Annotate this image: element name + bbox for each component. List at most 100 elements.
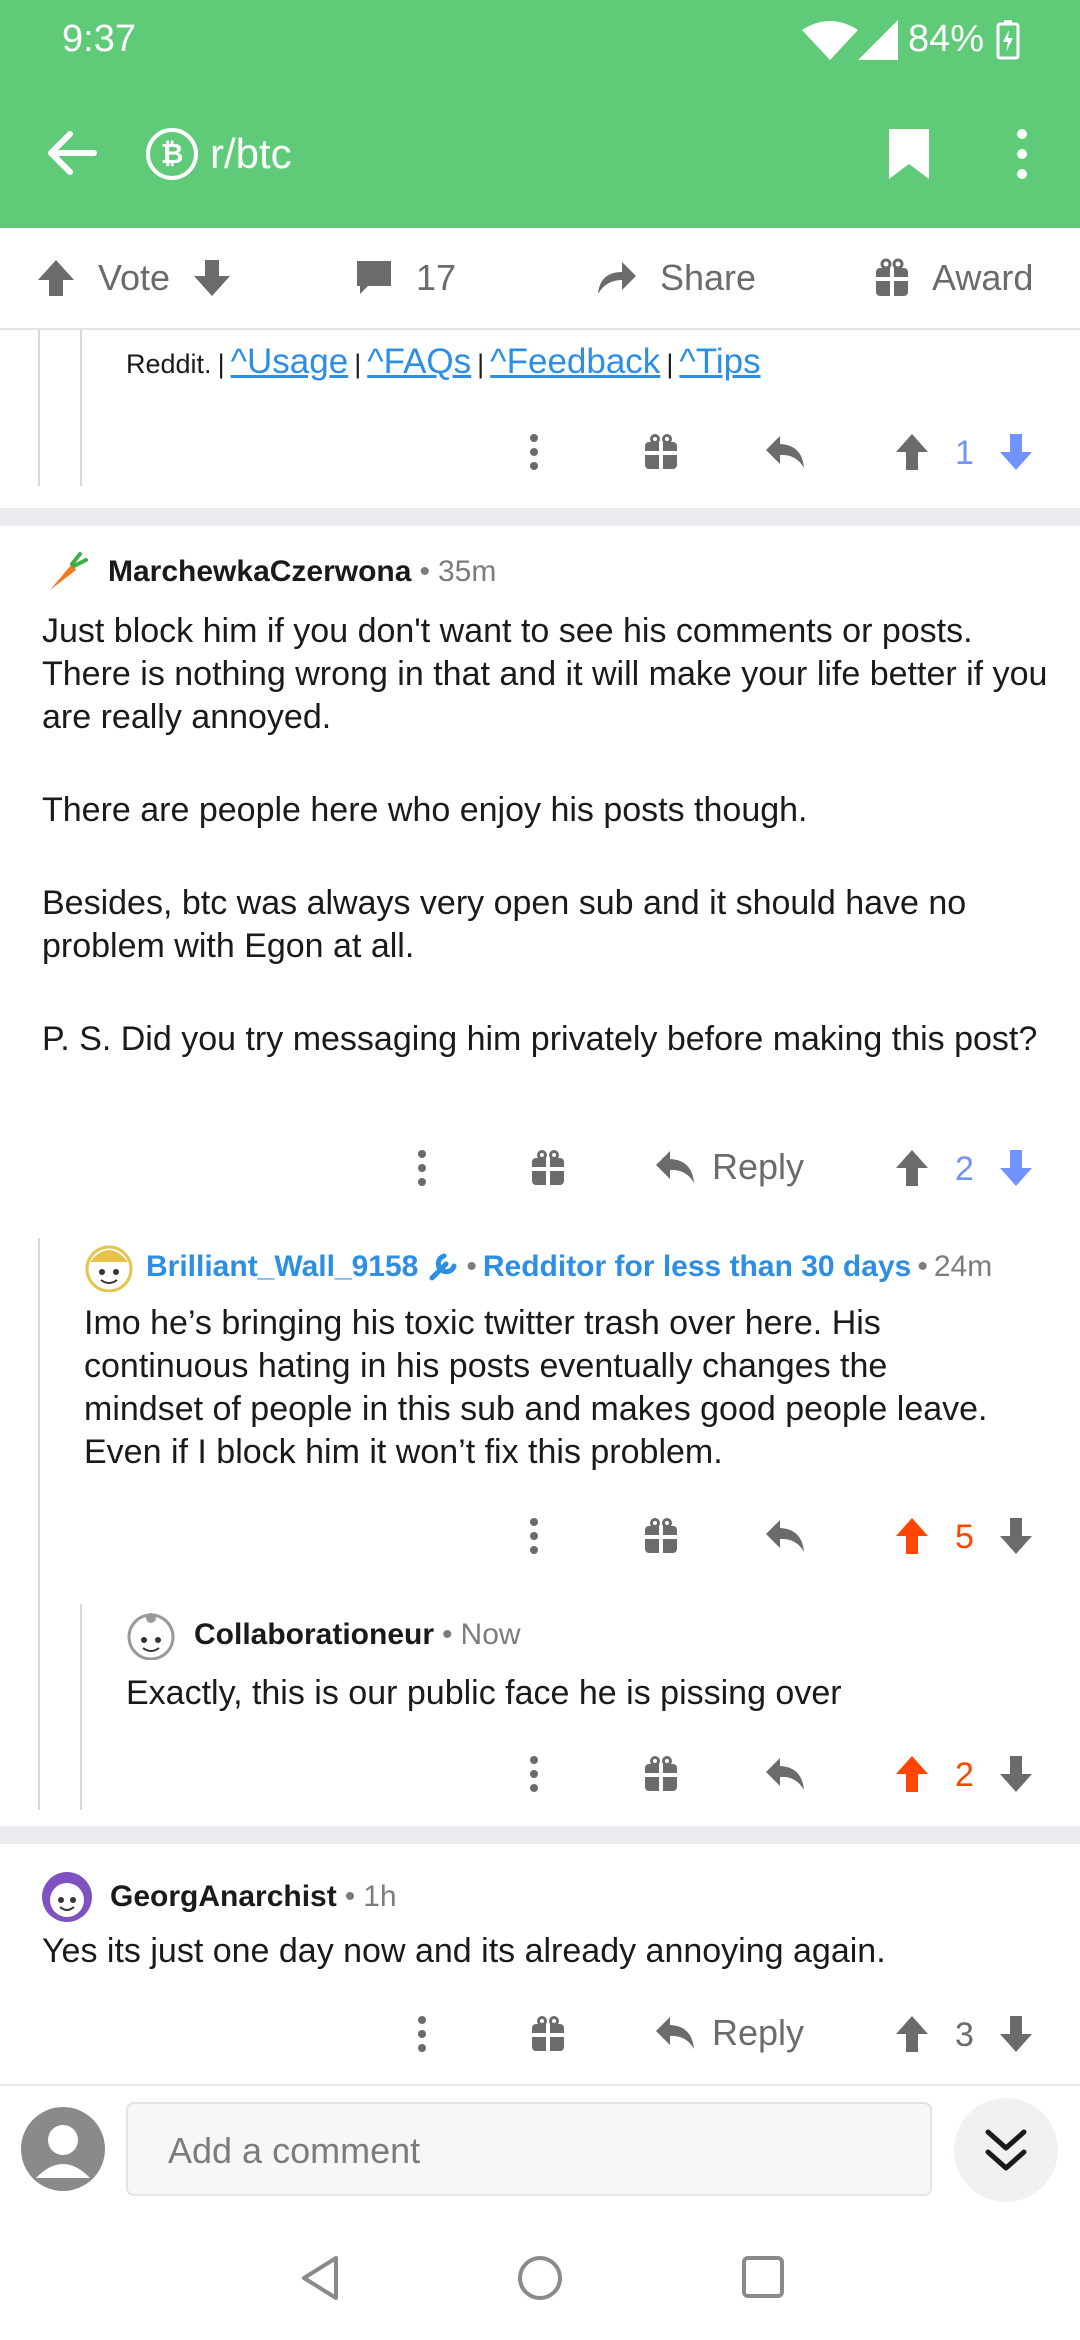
gift-icon[interactable] [644, 434, 678, 470]
gift-icon[interactable] [644, 1518, 678, 1554]
comment-input[interactable]: Add a comment [126, 2102, 932, 2196]
comment-header: MarchewkaCzerwona • 35m [44, 550, 496, 594]
vote-score: 2 [955, 1756, 974, 1794]
double-chevron-down-icon [985, 2129, 1027, 2171]
upvote-icon[interactable] [894, 2014, 930, 2054]
thread-line [80, 330, 82, 486]
comment-icon [357, 261, 391, 294]
downvote-icon[interactable] [998, 432, 1034, 472]
carrot-avatar-icon[interactable] [44, 550, 88, 594]
moderator-wrench-icon [429, 1253, 457, 1281]
gift-icon [876, 258, 908, 296]
comment-username[interactable]: Brilliant_Wall_9158 [146, 1250, 418, 1284]
reply-arrow-icon [656, 1151, 694, 1183]
comment-body: Exactly, this is our public face he is p… [126, 1674, 842, 1712]
upvote-icon-active[interactable] [894, 1516, 930, 1556]
award-button[interactable]: Award [874, 228, 1033, 328]
share-button[interactable]: Share [596, 228, 756, 328]
comment-input-placeholder: Add a comment [168, 2130, 421, 2171]
vote-score: 5 [955, 1518, 974, 1556]
share-icon [598, 262, 636, 294]
bot-footer-prefix: Reddit. [126, 349, 212, 379]
vote-score: 3 [955, 2016, 974, 2054]
bot-footer-links: Reddit. | ^Usage | ^FAQs | ^Feedback | ^… [126, 342, 761, 382]
tips-link[interactable]: ^Tips [679, 342, 760, 382]
battery-percent: 84% [908, 18, 985, 60]
upvote-icon[interactable] [894, 1148, 930, 1188]
more-options-icon[interactable] [522, 1516, 546, 1556]
downvote-icon[interactable] [192, 258, 232, 298]
more-options-icon[interactable] [522, 432, 546, 472]
gift-icon[interactable] [531, 2016, 565, 2052]
nav-back-icon[interactable] [298, 2254, 342, 2302]
comment-body: Yes its just one day now and its already… [42, 1932, 886, 1970]
jump-to-next-button[interactable] [954, 2098, 1058, 2202]
downvote-icon[interactable] [998, 2014, 1034, 2054]
vote-control: Vote [36, 228, 254, 328]
comment-username[interactable]: GeorgAnarchist [110, 1880, 337, 1914]
nav-home-icon[interactable] [516, 2254, 564, 2302]
more-options-icon[interactable] [410, 2014, 434, 2054]
bookmark-icon[interactable] [886, 126, 932, 182]
thread-line [80, 1604, 82, 1810]
snoo-avatar-icon[interactable] [126, 1610, 176, 1660]
subreddit-bitcoin-icon[interactable]: ₿ [146, 128, 198, 180]
vote-label: Vote [98, 257, 171, 298]
comment-header: Collaborationeur • Now [126, 1610, 521, 1660]
subreddit-title[interactable]: r/btc [210, 130, 292, 178]
reply-arrow-icon[interactable] [764, 434, 806, 470]
feedback-link[interactable]: ^Feedback [490, 342, 660, 382]
comment-header: Brilliant_Wall_9158 • Redditor for less … [84, 1242, 992, 1292]
comment-divider [0, 508, 1080, 526]
more-options-icon[interactable] [522, 1754, 546, 1794]
gift-icon[interactable] [531, 1150, 565, 1186]
status-time: 9:37 [62, 18, 136, 60]
post-action-bar: Vote 17 Share Award [0, 228, 1080, 330]
back-arrow-icon[interactable] [44, 128, 100, 178]
comment-paragraph: P. S. Did you try messaging him privatel… [42, 1020, 1038, 1058]
reply-label: Reply [712, 2012, 805, 2053]
comment-count: 17 [416, 257, 457, 298]
comments-button[interactable]: 17 [354, 228, 456, 328]
system-nav-bar [0, 2210, 1080, 2340]
reply-arrow-icon [656, 2017, 694, 2049]
reply-arrow-icon[interactable] [764, 1518, 806, 1554]
comment-divider [0, 1826, 1080, 1844]
comment-username[interactable]: Collaborationeur [194, 1618, 434, 1652]
more-options-icon[interactable] [410, 1148, 434, 1188]
share-label: Share [660, 257, 757, 298]
upvote-icon-active[interactable] [894, 1754, 930, 1794]
snoo-avatar-icon[interactable] [40, 1870, 94, 1924]
comment-time: 24m [933, 1250, 993, 1283]
overflow-menu-icon[interactable] [1010, 126, 1034, 182]
battery-icon [996, 20, 1020, 60]
comment-username[interactable]: MarchewkaCzerwona [108, 555, 411, 589]
downvote-icon[interactable] [998, 1516, 1034, 1556]
vote-score: 1 [955, 434, 974, 472]
usage-link[interactable]: ^Usage [231, 342, 349, 382]
thread-line [38, 330, 40, 486]
comment-time: Now [460, 1618, 521, 1651]
status-bar: 9:37 84% [0, 0, 1080, 78]
upvote-icon[interactable] [894, 432, 930, 472]
composer-divider [0, 2084, 1080, 2086]
award-label: Award [932, 257, 1034, 298]
gift-icon[interactable] [644, 1756, 678, 1792]
faqs-link[interactable]: ^FAQs [367, 342, 471, 382]
comment-paragraph: Besides, btc was always very open sub an… [42, 884, 967, 965]
user-avatar-icon[interactable] [20, 2106, 106, 2192]
downvote-icon[interactable] [998, 1754, 1034, 1794]
comment-header: GeorgAnarchist • 1h [40, 1870, 397, 1924]
user-flair: Redditor for less than 30 days [482, 1250, 912, 1283]
reply-arrow-icon[interactable] [764, 1756, 806, 1792]
reply-button[interactable]: Reply [654, 1144, 804, 1190]
snoo-avatar-icon[interactable] [84, 1242, 134, 1292]
nav-recents-icon[interactable] [740, 2254, 786, 2300]
cell-signal-icon [858, 20, 898, 60]
app-bar: ₿ r/btc [0, 78, 1080, 228]
upvote-icon[interactable] [36, 258, 76, 298]
downvote-icon[interactable] [998, 1148, 1034, 1188]
comment-body: Just block him if you don't want to see … [42, 610, 1052, 1061]
reply-label: Reply [712, 1146, 805, 1187]
reply-button[interactable]: Reply [654, 2010, 804, 2056]
